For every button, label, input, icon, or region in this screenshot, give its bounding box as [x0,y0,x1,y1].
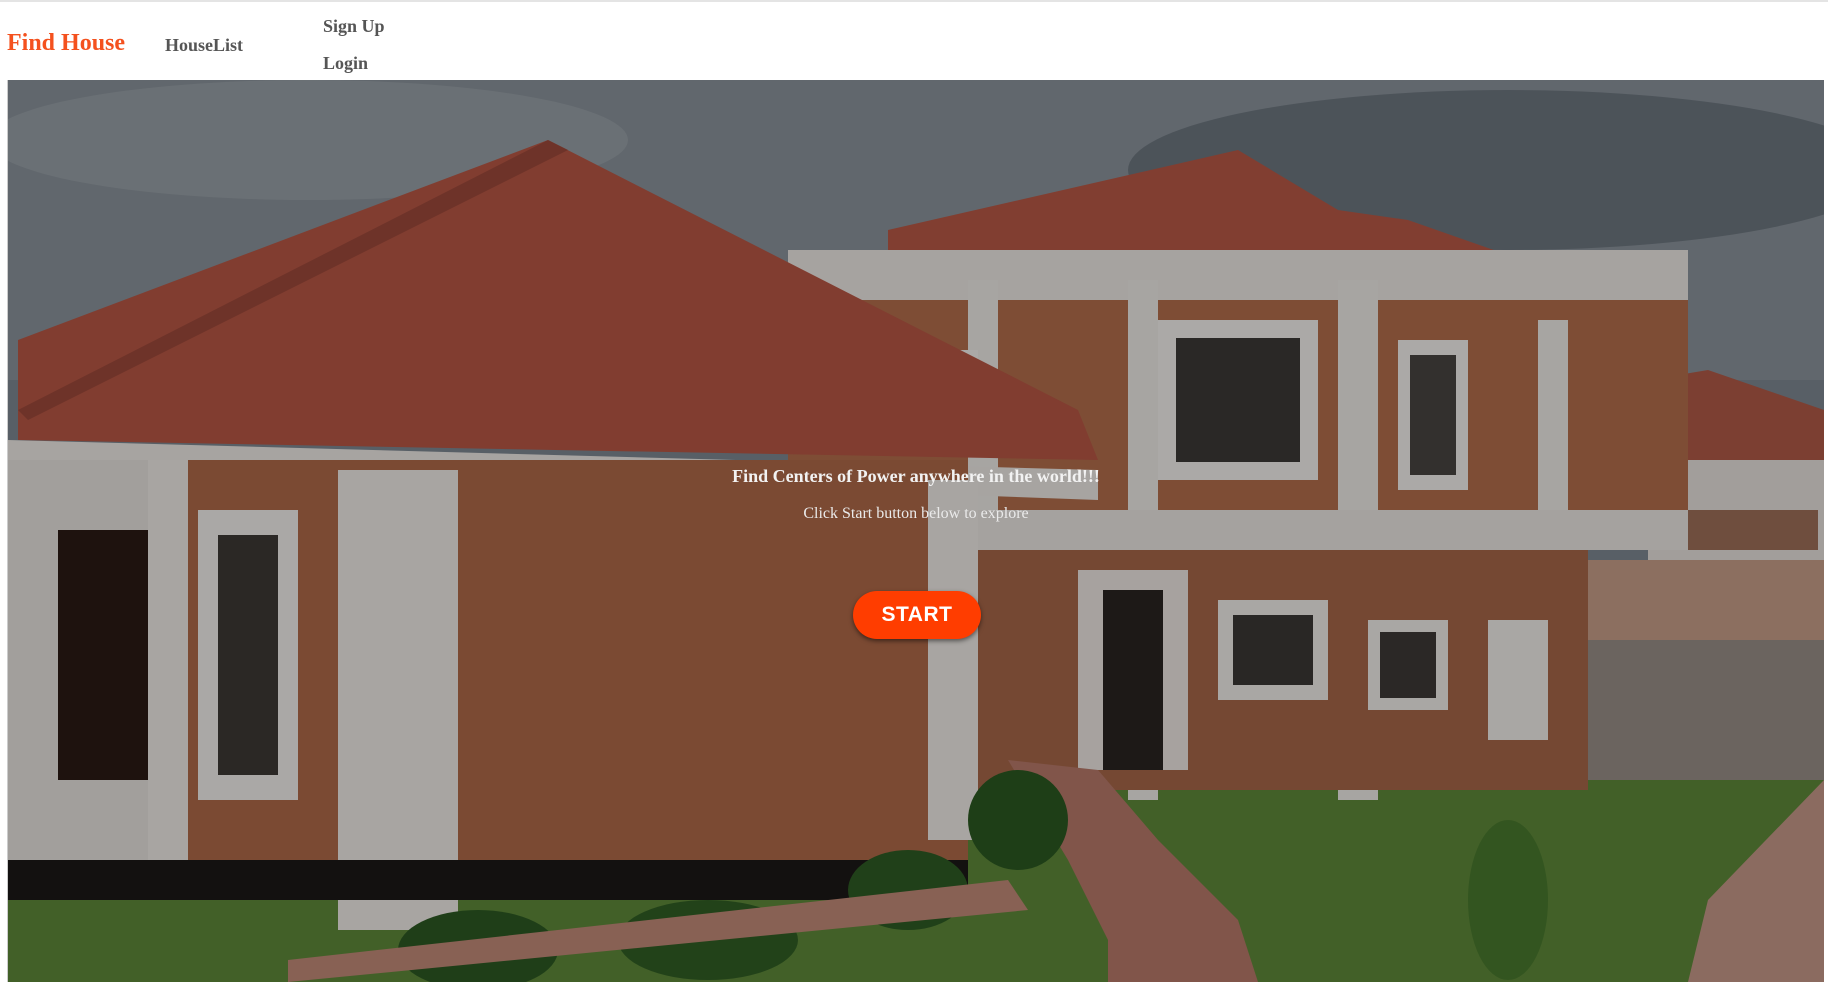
nav-link-login[interactable]: Login [323,53,368,74]
navbar: Find House HouseList Sign Up Login [0,2,1828,80]
start-button[interactable]: START [853,591,981,639]
hero-section: Find Centers of Power anywhere in the wo… [7,80,1824,982]
nav-link-houselist[interactable]: HouseList [165,35,243,56]
hero-dim-overlay [8,80,1824,982]
hero-heading: Find Centers of Power anywhere in the wo… [732,466,1100,486]
nav-link-signup[interactable]: Sign Up [323,16,385,37]
hero-subheading: Click Start button below to explore [803,505,1029,522]
brand-logo-link[interactable]: Find House [7,30,125,57]
